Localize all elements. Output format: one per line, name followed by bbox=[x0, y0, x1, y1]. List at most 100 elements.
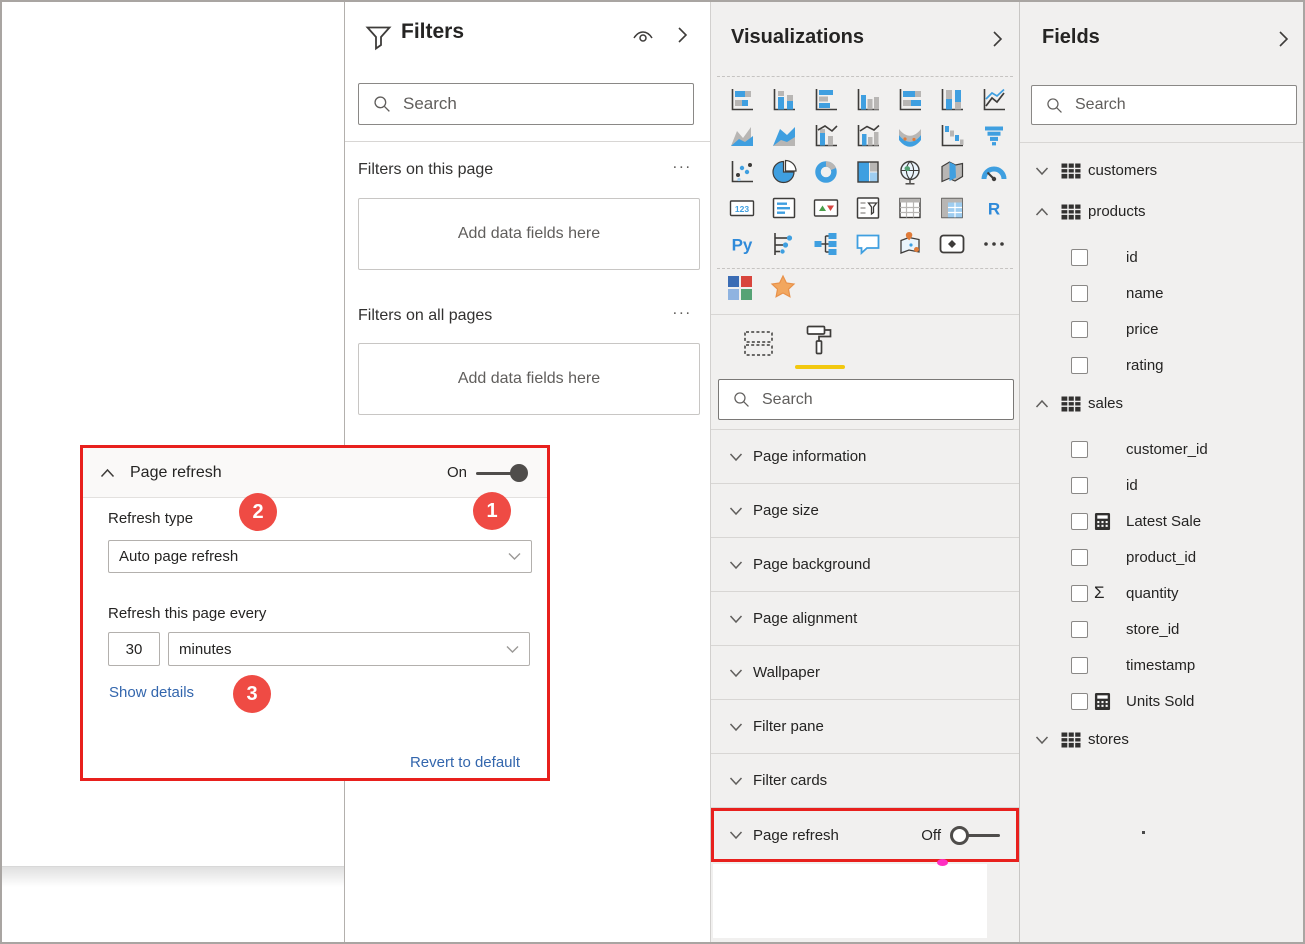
table-icon[interactable] bbox=[889, 190, 931, 226]
stacked-area-chart-icon[interactable] bbox=[763, 118, 805, 154]
field-row[interactable]: product_id bbox=[1020, 539, 1305, 575]
map-icon[interactable] bbox=[889, 154, 931, 190]
multi-row-card-icon[interactable] bbox=[763, 190, 805, 226]
field-row[interactable]: id bbox=[1020, 467, 1305, 503]
refresh-type-dropdown[interactable]: Auto page refresh bbox=[108, 540, 532, 573]
checkbox[interactable] bbox=[1071, 441, 1088, 458]
format-section-filter-cards[interactable]: Filter cards bbox=[711, 754, 1019, 808]
funnel-chart-icon[interactable] bbox=[973, 118, 1015, 154]
more-options-icon[interactable]: ... bbox=[673, 301, 692, 319]
filters-all-pages-dropzone[interactable]: Add data fields here bbox=[358, 343, 700, 415]
treemap-icon[interactable] bbox=[847, 154, 889, 190]
fields-search-input[interactable] bbox=[1073, 95, 1296, 115]
clustered-column-chart-icon[interactable] bbox=[847, 82, 889, 118]
interval-value-input[interactable] bbox=[108, 632, 160, 666]
line-and-stacked-column-chart-icon[interactable] bbox=[805, 118, 847, 154]
chevron-up-icon[interactable] bbox=[1035, 207, 1051, 217]
hundred-percent-stacked-column-chart-icon[interactable] bbox=[931, 82, 973, 118]
fields-search-box[interactable] bbox=[1031, 85, 1297, 125]
interval-unit-dropdown[interactable]: minutes bbox=[168, 632, 530, 666]
collapse-pane-icon[interactable] bbox=[677, 26, 688, 49]
gauge-icon[interactable] bbox=[973, 154, 1015, 190]
field-row[interactable]: Units Sold bbox=[1020, 683, 1305, 719]
more-visuals-icon[interactable] bbox=[973, 226, 1015, 262]
line-and-clustered-column-chart-icon[interactable] bbox=[847, 118, 889, 154]
format-section-filter-pane[interactable]: Filter pane bbox=[711, 700, 1019, 754]
format-search-box[interactable] bbox=[718, 379, 1014, 420]
field-row[interactable]: Latest Sale bbox=[1020, 503, 1305, 539]
format-search-input[interactable] bbox=[760, 390, 1013, 410]
filters-search-box[interactable] bbox=[358, 83, 694, 125]
page-refresh-toggle-on[interactable] bbox=[476, 463, 528, 483]
fields-tab[interactable] bbox=[743, 330, 775, 362]
checkbox[interactable] bbox=[1071, 549, 1088, 566]
revert-to-default-link[interactable]: Revert to default bbox=[410, 754, 520, 771]
stacked-column-chart-icon[interactable] bbox=[763, 82, 805, 118]
checkbox[interactable] bbox=[1071, 693, 1088, 710]
checkbox[interactable] bbox=[1071, 585, 1088, 602]
filters-this-page-dropzone[interactable]: Add data fields here bbox=[358, 198, 700, 270]
filled-map-icon[interactable] bbox=[931, 154, 973, 190]
format-section-page-information[interactable]: Page information bbox=[711, 430, 1019, 484]
chevron-down-icon[interactable] bbox=[1035, 166, 1051, 176]
format-section-page-background[interactable]: Page background bbox=[711, 538, 1019, 592]
page-refresh-toggle-off[interactable] bbox=[950, 825, 1002, 845]
table-products[interactable]: products bbox=[1020, 191, 1305, 232]
pie-chart-icon[interactable] bbox=[763, 154, 805, 190]
format-tab[interactable] bbox=[806, 324, 833, 361]
r-script-visual-icon[interactable]: R bbox=[973, 190, 1015, 226]
eye-icon[interactable] bbox=[631, 28, 655, 49]
field-row[interactable]: timestamp bbox=[1020, 647, 1305, 683]
page-refresh-dialog-header[interactable]: Page refresh On bbox=[83, 448, 547, 498]
field-row[interactable]: name bbox=[1020, 275, 1305, 311]
collapse-pane-icon[interactable] bbox=[1278, 30, 1289, 53]
filters-search-input[interactable] bbox=[401, 93, 693, 115]
format-section-page-refresh[interactable]: Page refresh Off bbox=[711, 808, 1019, 862]
power-apps-visual-icon[interactable] bbox=[931, 226, 973, 262]
card-icon[interactable]: 123 bbox=[721, 190, 763, 226]
favorite-star-icon[interactable] bbox=[769, 274, 797, 306]
donut-chart-icon[interactable] bbox=[805, 154, 847, 190]
table-stores[interactable]: stores bbox=[1020, 719, 1305, 760]
arcgis-map-icon[interactable] bbox=[889, 226, 931, 262]
python-visual-icon[interactable]: Py bbox=[721, 226, 763, 262]
format-section-page-size[interactable]: Page size bbox=[711, 484, 1019, 538]
waterfall-chart-icon[interactable] bbox=[931, 118, 973, 154]
checkbox[interactable] bbox=[1071, 357, 1088, 374]
checkbox[interactable] bbox=[1071, 621, 1088, 638]
checkbox[interactable] bbox=[1071, 657, 1088, 674]
hundred-percent-stacked-bar-chart-icon[interactable] bbox=[889, 82, 931, 118]
checkbox[interactable] bbox=[1071, 249, 1088, 266]
get-more-visuals-icon[interactable] bbox=[727, 275, 753, 306]
decomposition-tree-icon[interactable] bbox=[805, 226, 847, 262]
qa-visual-icon[interactable] bbox=[847, 226, 889, 262]
chevron-down-icon[interactable] bbox=[1035, 735, 1051, 745]
kpi-icon[interactable] bbox=[805, 190, 847, 226]
format-section-page-alignment[interactable]: Page alignment bbox=[711, 592, 1019, 646]
table-sales[interactable]: sales bbox=[1020, 383, 1305, 424]
field-row[interactable]: store_id bbox=[1020, 611, 1305, 647]
checkbox[interactable] bbox=[1071, 321, 1088, 338]
more-options-icon[interactable]: ... bbox=[673, 155, 692, 173]
line-chart-icon[interactable] bbox=[973, 82, 1015, 118]
key-influencers-icon[interactable] bbox=[763, 226, 805, 262]
show-details-link[interactable]: Show details bbox=[109, 684, 194, 701]
matrix-icon[interactable] bbox=[931, 190, 973, 226]
field-row[interactable]: id bbox=[1020, 239, 1305, 275]
checkbox[interactable] bbox=[1071, 285, 1088, 302]
scatter-chart-icon[interactable] bbox=[721, 154, 763, 190]
table-customers[interactable]: customers bbox=[1020, 150, 1305, 191]
ribbon-chart-icon[interactable] bbox=[889, 118, 931, 154]
format-section-wallpaper[interactable]: Wallpaper bbox=[711, 646, 1019, 700]
slicer-icon[interactable] bbox=[847, 190, 889, 226]
area-chart-icon[interactable] bbox=[721, 118, 763, 154]
field-row[interactable]: customer_id bbox=[1020, 431, 1305, 467]
field-row[interactable]: rating bbox=[1020, 347, 1305, 383]
clustered-bar-chart-icon[interactable] bbox=[805, 82, 847, 118]
collapse-pane-icon[interactable] bbox=[992, 30, 1003, 53]
field-row[interactable]: price bbox=[1020, 311, 1305, 347]
checkbox[interactable] bbox=[1071, 477, 1088, 494]
chevron-up-icon[interactable] bbox=[100, 468, 115, 478]
checkbox[interactable] bbox=[1071, 513, 1088, 530]
chevron-up-icon[interactable] bbox=[1035, 399, 1051, 409]
